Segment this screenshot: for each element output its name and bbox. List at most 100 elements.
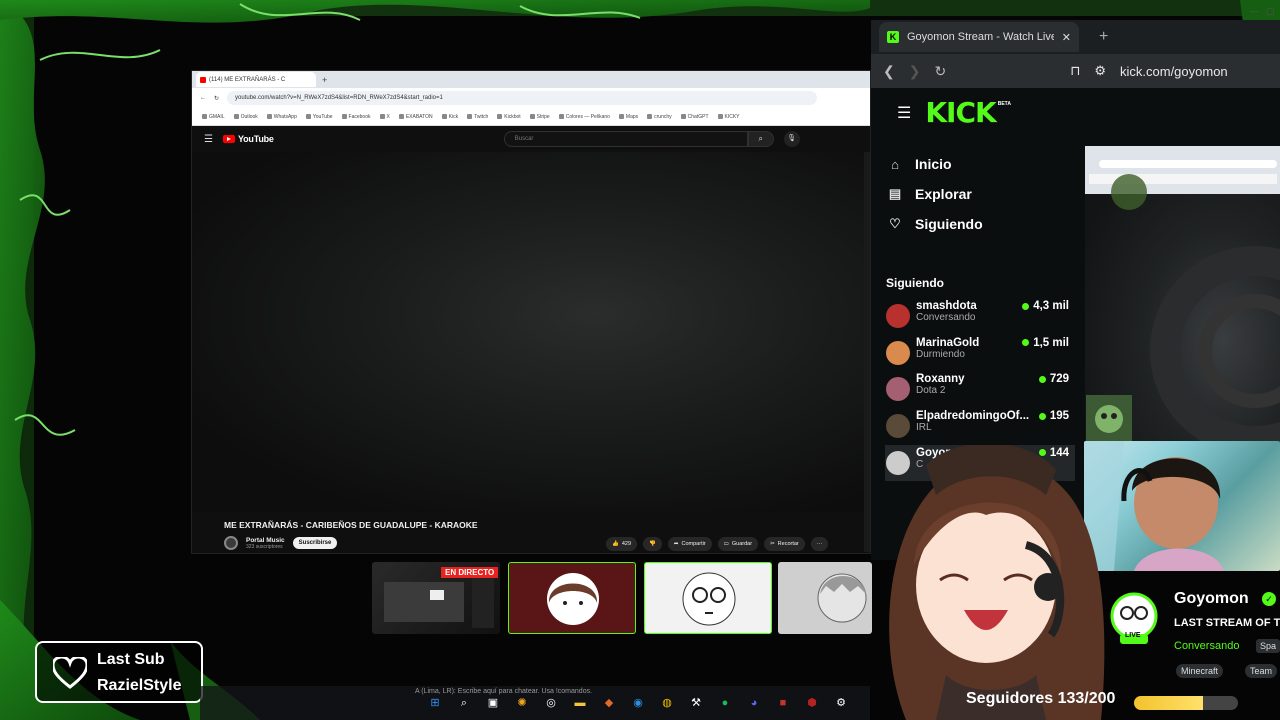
sidebar-item-inicio[interactable]: ⌂ Inicio [887,156,983,172]
channel-category: Durmiendo [916,348,965,360]
app-icon[interactable]: ⚙ [832,694,850,712]
app-icon[interactable]: ◎ [542,694,560,712]
following-channel[interactable]: smashdota Conversando 4,3 mil [885,298,1075,335]
bookmark-item[interactable]: Colores — Pelikano [559,114,610,120]
channel-info: ElpadredomingoOf... IRL [916,410,1033,433]
chrome-icon[interactable]: ◍ [658,694,676,712]
kick-logo[interactable]: KICK [925,96,996,129]
sidebar-item-siguiendo[interactable]: ♡ Siguiendo [887,216,983,232]
search-icon[interactable]: ⌕ [747,131,774,147]
stream-overlay-scene: (114) ME EXTRAÑARÁS - C + ← ↻ youtube.co… [0,0,1280,720]
following-channel[interactable]: MarinaGold Durmiendo 1,5 mil [885,335,1075,372]
kick-url-field[interactable]: kick.com/goyomon [1120,64,1228,79]
channel-avatar [886,414,910,439]
bookmark-item[interactable]: Twitch [467,114,488,120]
new-tab-icon[interactable]: + [1099,28,1108,46]
maximize-icon[interactable]: ▢ [1266,6,1275,17]
channel-avatar[interactable] [224,536,238,550]
new-tab-icon[interactable]: + [322,75,327,85]
stream-category[interactable]: Conversando [1174,640,1239,652]
yt-url-field[interactable]: youtube.com/watch?v=N_RWeX7zdS4&list=RDN… [227,91,818,105]
bookmark-item[interactable]: GMAIL [202,114,225,120]
yt-search-input[interactable]: Buscar [503,131,748,147]
app-icon[interactable]: ◆ [600,694,618,712]
thumbnail-goyomon[interactable] [644,562,772,634]
windows-start-icon[interactable]: ⊞ [426,694,444,712]
thumbnail-anime-girl[interactable] [508,562,636,634]
beta-badge: BETA [997,100,1011,107]
dislike-button[interactable]: 👎 [643,537,662,551]
youtube-logo-text: YouTube [237,134,274,144]
thumbnail-character[interactable] [778,562,872,634]
stream-tag[interactable]: Team [1245,664,1278,678]
following-channel[interactable]: Roxanny Dota 2 729 [885,371,1075,408]
youtube-logo[interactable]: YouTube [222,134,274,144]
channel-name[interactable]: Portal Music [246,537,285,544]
scrollbar[interactable] [864,152,870,552]
app-icon[interactable]: ✺ [513,694,531,712]
subscribe-button[interactable]: Suscribirse [292,537,338,549]
bookmark-item[interactable]: X [380,114,390,120]
following-channel[interactable]: ElpadredomingoOf... IRL 195 [885,408,1075,445]
search-icon[interactable]: ⌕ [455,694,473,712]
yt-menu-icon[interactable]: ☰ [204,134,213,145]
bookmark-item[interactable]: KICKY [718,114,740,120]
bookmark-item[interactable]: crunchy [647,114,672,120]
channel-name: ElpadredomingoOf... [916,410,1030,423]
spotify-icon[interactable]: ● [716,694,734,712]
app-icon[interactable]: ◉ [629,694,647,712]
bookmark-item[interactable]: YouTube [306,114,333,120]
sidebar-item-label: Explorar [915,186,972,202]
youtube-browser-window: (114) ME EXTRAÑARÁS - C + ← ↻ youtube.co… [191,70,871,554]
sidebar-item-explorar[interactable]: ▤ Explorar [887,186,983,202]
clip-button[interactable]: ✂ Recortar [764,537,805,551]
menu-icon[interactable]: ☰ [897,103,911,123]
bookmark-item[interactable]: Maps [619,114,638,120]
yt-tab[interactable]: (114) ME EXTRAÑARÁS - C [196,72,316,87]
kick-tab-title: Goyomon Stream - Watch Live on Kick [907,31,1054,43]
bookmark-item[interactable]: WhatsApp [267,114,297,120]
bookmark-item[interactable]: Facebook [342,114,371,120]
bookmark-item[interactable]: Outlook [234,114,258,120]
viewer-count: 729 [1039,373,1075,385]
video-player[interactable] [192,152,864,512]
browse-icon: ▤ [888,186,902,201]
save-button[interactable]: ▭ Guardar [717,537,759,551]
goblin-sticker-icon [1086,395,1132,441]
bookmark-item[interactable]: Stripe [530,114,550,120]
folder-icon[interactable]: ▬ [571,694,589,712]
app-icon[interactable]: ⬢ [803,694,821,712]
more-button[interactable]: ··· [810,537,829,551]
streamer-name[interactable]: Goyomon [1174,590,1249,608]
channel-avatar [886,377,910,402]
stream-tag[interactable]: Minecraft [1176,664,1224,678]
last-sub-name: RazielStyle [97,677,182,694]
vtuber-avatar-icon [889,445,1105,720]
reload-icon[interactable]: ↻ [934,63,946,80]
webcam-feed [1084,441,1280,571]
microphone-icon[interactable]: 🎙 [783,131,800,147]
minimize-icon[interactable]: — [1250,6,1259,16]
bookmark-item[interactable]: EXABATON [399,114,433,120]
close-tab-icon[interactable]: ✕ [1062,31,1071,44]
app-icon[interactable]: ⚒ [687,694,705,712]
site-settings-icon[interactable]: ⚙ [1094,63,1106,79]
discord-icon[interactable]: ◕ [745,694,763,712]
reload-icon[interactable]: ↻ [214,95,219,102]
followers-goal-text: Seguidores 133/200 [966,690,1116,707]
back-icon[interactable]: ← [200,95,206,101]
bookmark-star-icon[interactable]: ⊓ [1070,63,1080,79]
yt-tab-title: (114) ME EXTRAÑARÁS - C [209,76,286,83]
kick-tab[interactable]: K Goyomon Stream - Watch Live on Kick ✕ [879,22,1079,52]
bookmark-item[interactable]: Kick [442,114,458,120]
app-icon[interactable]: ■ [774,694,792,712]
back-icon[interactable]: ❮ [883,63,895,80]
task-view-icon[interactable]: ▣ [484,694,502,712]
youtube-favicon-icon [200,76,206,83]
share-button[interactable]: ➦ Compartir [667,537,712,551]
bookmark-item[interactable]: ChatGPT [681,114,709,120]
forward-icon[interactable]: ❯ [909,63,921,80]
language-tag[interactable]: Spa [1256,639,1280,653]
bookmark-item[interactable]: Kickbot [497,114,520,120]
like-button[interactable]: 👍 429 [606,537,638,551]
